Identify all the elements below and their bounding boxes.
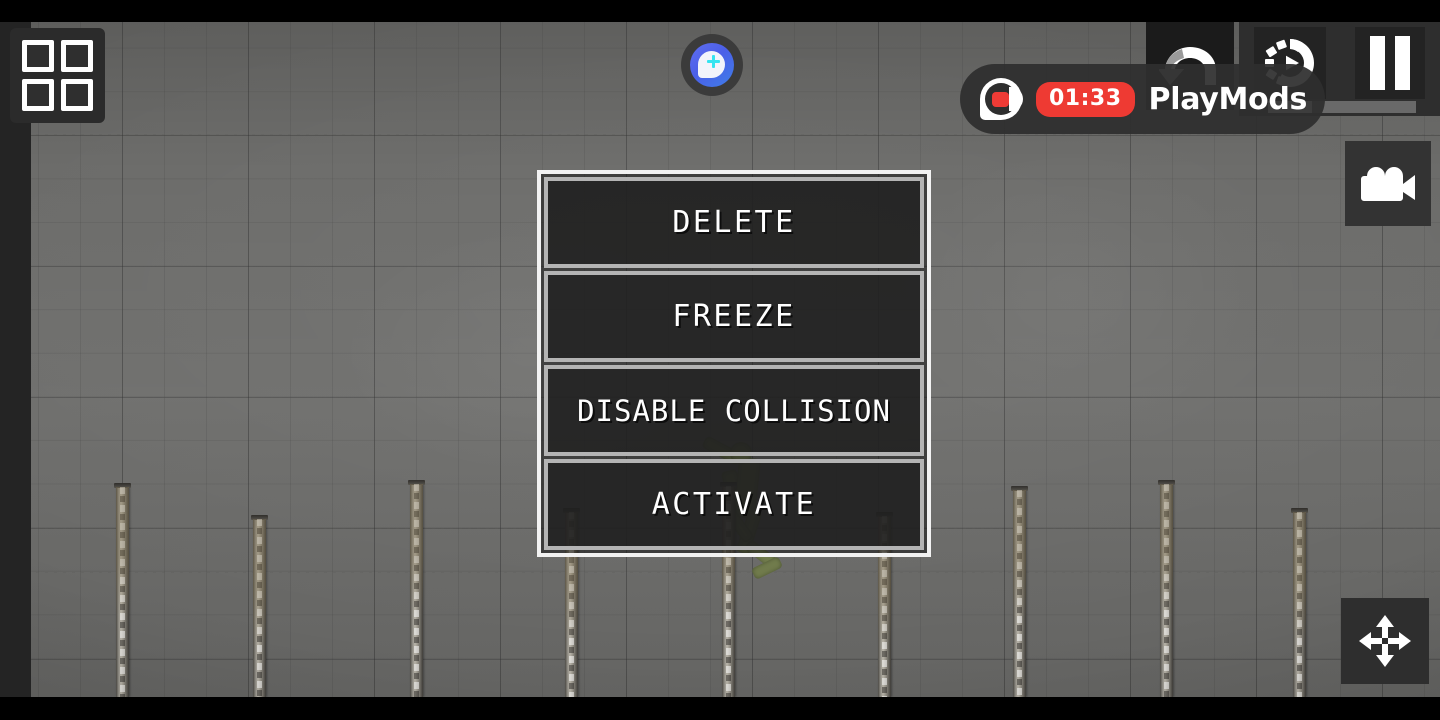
app-icon-inner [690,43,734,87]
playmods-app-icon[interactable] [681,34,743,96]
grid-cell-4 [61,79,93,111]
pause-bar-left [1370,36,1385,90]
playmods-watermark: 01:33 PlayMods [960,64,1326,134]
game-screen: 01:33 PlayMods DELETE FREEZE DISABLE COLLI… [0,0,1440,720]
menu-button-activate[interactable]: ACTIVATE [544,459,924,550]
camera-button[interactable] [1345,141,1431,226]
recording-timer: 01:33 [1036,81,1135,117]
move-button[interactable] [1341,598,1429,684]
watermark-brand: PlayMods [1148,81,1308,117]
letterbox-bottom [0,697,1440,720]
playmods-record-logo [980,78,1023,120]
pause-button[interactable] [1355,27,1425,99]
grid-cell-3 [22,79,54,111]
menu-button-disable-collision[interactable]: DISABLE COLLISION [544,365,924,456]
menu-button-freeze[interactable]: FREEZE [544,271,924,362]
camera-icon [1361,166,1415,201]
pause-bar-right [1395,36,1410,90]
app-icon-cross [707,55,720,68]
move-icon [1359,615,1411,667]
left-side-panel [0,22,31,697]
logo-notch [1009,87,1023,111]
logo-record-dot [992,92,1009,107]
grid-cell-1 [22,40,54,72]
menu-button-delete[interactable]: DELETE [544,177,924,268]
letterbox-top [0,0,1440,22]
grid-cell-2 [61,40,93,72]
object-action-menu: DELETE FREEZE DISABLE COLLISION ACTIVATE [537,170,931,557]
grid-menu-button[interactable] [10,28,105,123]
